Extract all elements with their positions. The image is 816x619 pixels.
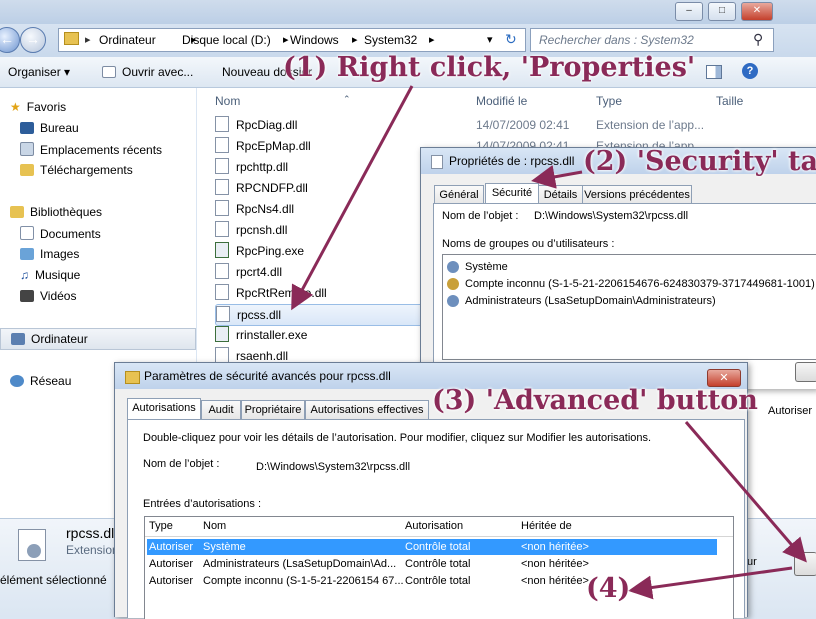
arrow-to-rpcss <box>291 85 414 311</box>
annotation-step1: (1) Right click, 'Properties' <box>283 52 696 83</box>
arrow-to-security-tab <box>531 165 583 189</box>
annotation-arrows <box>291 85 807 600</box>
annotation-step2: (2) 'Security' tab <box>583 146 816 177</box>
arrow-to-step4 <box>628 566 793 600</box>
annotation-step4: (4) <box>586 573 631 604</box>
arrow-to-advanced-button <box>684 421 807 563</box>
annotation-step3: (3) 'Advanced' button <box>432 385 758 416</box>
